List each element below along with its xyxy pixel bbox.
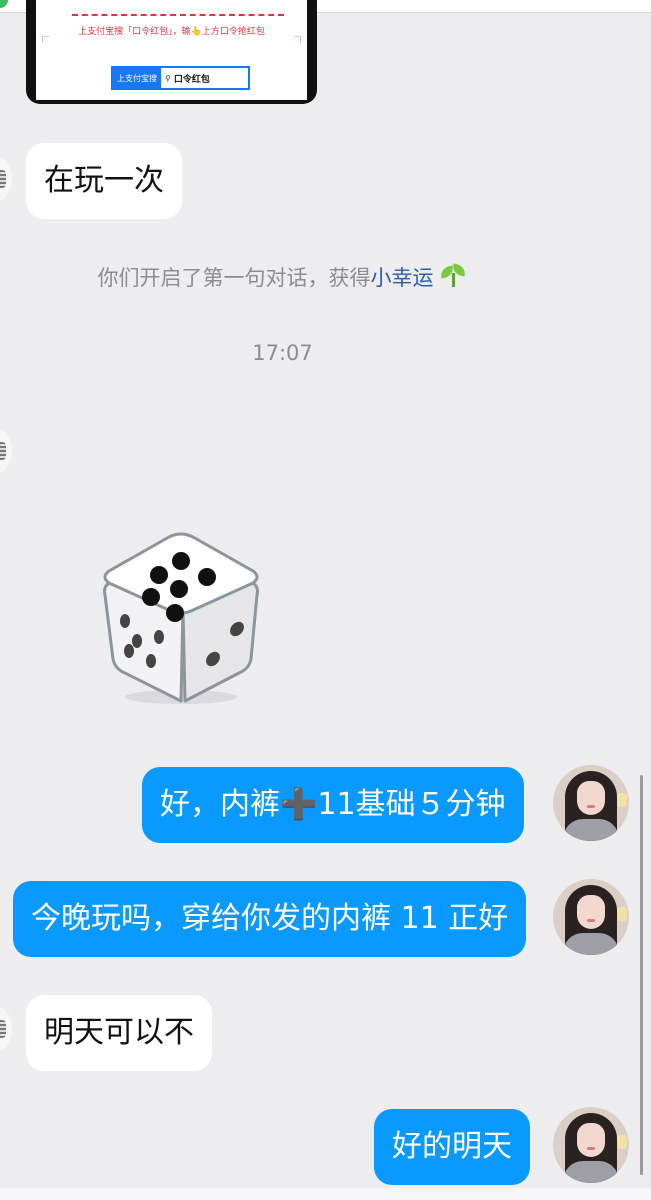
dice-pip <box>154 630 164 644</box>
message-bubble-outgoing[interactable]: 好的明天 <box>374 1109 530 1185</box>
dice-pip <box>124 644 134 658</box>
contact-avatar[interactable] <box>0 428 12 474</box>
dice-pip <box>150 566 168 584</box>
dice-pip <box>198 568 216 586</box>
red-packet-instruction: 上支付宝搜「口令红包」，输👆上方口令抢红包 <box>78 27 265 37</box>
input-bar-edge <box>0 1188 651 1200</box>
signal-icon <box>0 0 8 8</box>
scrollbar[interactable] <box>640 775 643 1175</box>
dice-message[interactable] <box>103 531 259 707</box>
contact-avatar[interactable] <box>0 156 12 202</box>
user-avatar[interactable] <box>553 1107 629 1183</box>
system-message-text: 你们开启了第一句对话，获得 <box>97 266 371 290</box>
message-bubble-incoming[interactable]: 在玩一次 <box>26 143 182 219</box>
message-bubble-outgoing[interactable]: 今晚玩吗，穿给你发的内裤 11 正好 <box>13 881 527 957</box>
user-avatar[interactable] <box>553 765 629 841</box>
contact-avatar[interactable] <box>0 1006 12 1052</box>
dice-pip <box>142 588 160 606</box>
red-packet-screenshot: 上支付宝搜「口令红包」，输👆上方口令抢红包 上支付宝搜 ⚲ 口令红包 <box>36 0 307 100</box>
user-avatar[interactable] <box>553 879 629 955</box>
sprout-icon <box>438 263 468 289</box>
system-message: 你们开启了第一句对话，获得小幸运 <box>0 262 565 292</box>
search-icon: ⚲ <box>165 73 171 83</box>
frame-corner <box>294 36 301 43</box>
alipay-search-keyword: 口令红包 <box>173 74 210 85</box>
dice-pip <box>120 614 130 628</box>
dice-pip <box>132 634 142 648</box>
dice-pip <box>172 552 190 570</box>
message-bubble-incoming[interactable]: 明天可以不 <box>26 995 212 1071</box>
image-message[interactable]: 上支付宝搜「口令红包」，输👆上方口令抢红包 上支付宝搜 ⚲ 口令红包 <box>26 0 317 104</box>
lucky-link[interactable]: 小幸运 <box>371 266 434 290</box>
dice-pip <box>170 580 188 598</box>
timestamp: 17:07 <box>252 341 313 365</box>
dice-pip <box>166 604 184 622</box>
alipay-search-box: 上支付宝搜 ⚲ 口令红包 <box>111 66 250 90</box>
dice-pip <box>146 654 156 668</box>
alipay-search-label: 上支付宝搜 <box>113 68 161 88</box>
message-bubble-outgoing[interactable]: 好，内裤➕11基础５分钟 <box>142 767 524 843</box>
frame-corner <box>42 36 49 43</box>
red-code-row <box>72 2 284 16</box>
